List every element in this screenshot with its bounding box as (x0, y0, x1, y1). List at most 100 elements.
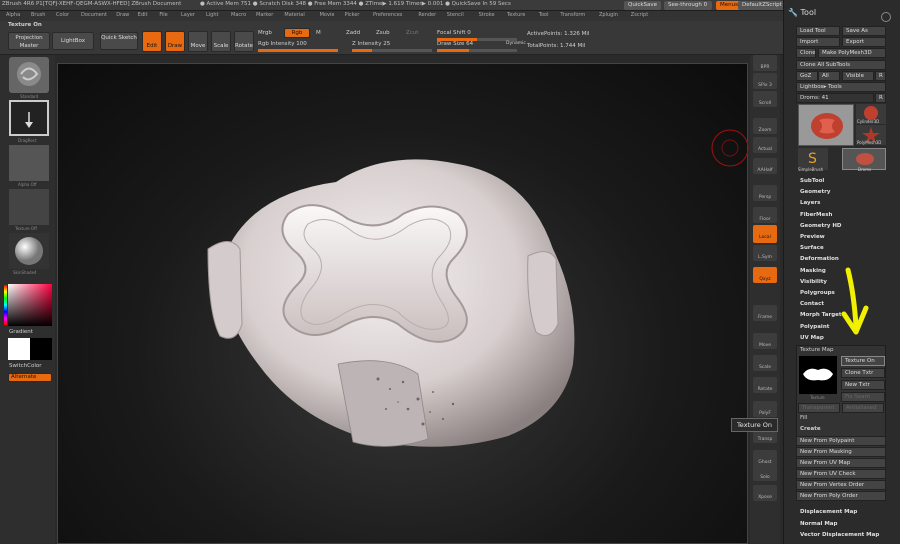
z-intensity-slider[interactable]: Z Intensity 25 (352, 41, 390, 47)
m-button[interactable]: M (316, 30, 321, 36)
texture-map-thumbnail[interactable] (799, 356, 837, 394)
zsub-button[interactable]: Zsub (376, 30, 390, 36)
texture-on-button[interactable]: Texture On (841, 356, 885, 366)
edit-button[interactable]: Edit (142, 31, 162, 52)
default-zscript-button[interactable]: DefaultZScript (738, 1, 786, 10)
menu-layer[interactable]: Layer (181, 12, 195, 18)
material-thumbnail[interactable] (9, 233, 49, 269)
menu-brush[interactable]: Brush (31, 12, 45, 18)
rgb-intensity-track[interactable] (258, 49, 338, 52)
menu-tool[interactable]: Tool (539, 12, 549, 18)
menu-draw[interactable]: Draw (116, 12, 129, 18)
menu-movie[interactable]: Movie (320, 12, 335, 18)
hue-strip[interactable] (4, 285, 7, 325)
texture-thumbnail[interactable] (9, 189, 49, 225)
dynamic-button[interactable]: Dynamic (506, 41, 526, 46)
draw-size-slider[interactable]: Draw Size 64 (437, 41, 473, 47)
alpha-thumbnail[interactable] (9, 145, 49, 181)
alternate-button[interactable]: Alternate (8, 373, 52, 382)
rightshelf-solo-button[interactable]: Solo (753, 465, 777, 481)
clone-button[interactable]: Clone (796, 48, 816, 58)
rgb-button[interactable]: Rgb (284, 28, 310, 38)
create-new-from-masking-button[interactable]: New From Masking (796, 447, 886, 457)
panel-close-icon[interactable] (881, 12, 891, 22)
menu-preferences[interactable]: Preferences (373, 12, 402, 18)
move-button[interactable]: Move (188, 31, 208, 52)
menu-file[interactable]: File (159, 12, 167, 18)
make-polymesh-button[interactable]: Make PolyMesh3D (818, 48, 886, 58)
section-geometry-hd[interactable]: Geometry HD (800, 223, 842, 229)
current-tool-slider[interactable]: Droms: 41 (796, 93, 874, 103)
gradient-label[interactable]: Gradient (9, 329, 33, 335)
menu-macro[interactable]: Macro (231, 12, 246, 18)
fix-seam-button[interactable]: Fix Seam (841, 392, 885, 402)
section-surface[interactable]: Surface (800, 245, 824, 251)
create-new-from-poly-order-button[interactable]: New From Poly Order (796, 491, 886, 501)
rightshelf-polyf-button[interactable]: PolyF (753, 401, 777, 417)
rightshelf-l-sym-button[interactable]: L.Sym (753, 245, 777, 261)
fill-section[interactable]: Fill (800, 415, 807, 421)
section-normal-map[interactable]: Normal Map (800, 521, 837, 527)
quick-sketch-button[interactable]: Quick Sketch (100, 32, 138, 50)
section-deformation[interactable]: Deformation (800, 256, 839, 262)
rightshelf-rotate-button[interactable]: Rotate (753, 377, 777, 393)
rightshelf-aahalf-button[interactable]: AAHalf (753, 158, 777, 174)
stroke-thumbnail[interactable] (9, 100, 49, 136)
sculpt-model[interactable] (58, 64, 749, 544)
menu-light[interactable]: Light (206, 12, 218, 18)
focal-shift-slider[interactable]: Focal Shift 0 (437, 30, 471, 36)
brush-thumbnail[interactable] (9, 57, 49, 93)
menu-stencil[interactable]: Stencil (447, 12, 464, 18)
canvas-viewport[interactable] (57, 63, 749, 544)
color-picker[interactable] (8, 284, 52, 326)
scale-button[interactable]: Scale (211, 31, 231, 52)
create-new-from-vertex-order-button[interactable]: New From Vertex Order (796, 480, 886, 490)
new-txtr-button[interactable]: New Txtr (841, 380, 885, 390)
menu-alpha[interactable]: Alpha (6, 12, 20, 18)
mrgb-button[interactable]: Mrgb (258, 30, 272, 36)
lightbox-tools-button[interactable]: Lightbox▸ Tools (796, 82, 886, 92)
load-tool-button[interactable]: Load Tool (796, 26, 840, 36)
section-preview[interactable]: Preview (800, 234, 825, 240)
projection-master-button[interactable]: Projection Master (8, 32, 50, 50)
transparent-button[interactable]: Transparent (798, 403, 840, 413)
lightbox-button[interactable]: LightBox (52, 32, 94, 50)
goz-all-button[interactable]: All (818, 71, 840, 81)
menu-edit[interactable]: Edit (138, 12, 148, 18)
section-uv-map[interactable]: UV Map (800, 335, 824, 341)
create-new-from-uv-check-button[interactable]: New From UV Check (796, 469, 886, 479)
rightshelf-zoom-button[interactable]: Zoom (753, 118, 777, 134)
draw-button[interactable]: Draw (165, 31, 185, 52)
clone-all-subtools-button[interactable]: Clone All SubTools (796, 60, 886, 70)
menu-zscript[interactable]: Zscript (631, 12, 648, 18)
menu-transform[interactable]: Transform (560, 12, 585, 18)
rightshelf-floor-button[interactable]: Floor (753, 207, 777, 223)
rightshelf-xpose-button[interactable]: Xpose (753, 485, 777, 501)
quicksave-button[interactable]: QuickSave (624, 1, 662, 10)
goz-r-button[interactable]: R (875, 71, 886, 81)
rotate-button[interactable]: Rotate (234, 31, 254, 52)
create-new-from-polypaint-button[interactable]: New From Polypaint (796, 436, 886, 446)
rightshelf-qxyz-button[interactable]: Qxyz (753, 267, 777, 283)
section-layers[interactable]: Layers (800, 200, 820, 206)
switchcolor-button[interactable]: SwitchColor (9, 363, 42, 369)
clone-txtr-button[interactable]: Clone Txtr (841, 368, 885, 378)
rightshelf-frame-button[interactable]: Frame (753, 305, 777, 321)
import-button[interactable]: Import (796, 37, 840, 47)
section-contact[interactable]: Contact (800, 301, 824, 307)
section-polypaint[interactable]: Polypaint (800, 324, 829, 330)
main-color-swatch[interactable] (8, 338, 30, 360)
section-polygroups[interactable]: Polygroups (800, 290, 835, 296)
section-displacement-map[interactable]: Displacement Map (800, 509, 857, 515)
rgb-intensity-slider[interactable]: Rgb Intensity 100 (258, 41, 307, 47)
rightshelf-scale-button[interactable]: Scale (753, 355, 777, 371)
section-geometry[interactable]: Geometry (800, 189, 830, 195)
menu-marker[interactable]: Marker (256, 12, 273, 18)
texture-map-header[interactable]: Texture Map (800, 347, 834, 353)
zcut-button[interactable]: Zcut (406, 30, 418, 36)
goz-button[interactable]: GoZ (796, 71, 818, 81)
rightshelf-actual-button[interactable]: Actual (753, 137, 777, 153)
rightshelf-move-button[interactable]: Move (753, 333, 777, 349)
rightshelf-scroll-button[interactable]: Scroll (753, 91, 777, 107)
rightshelf-persp-button[interactable]: Persp (753, 185, 777, 201)
